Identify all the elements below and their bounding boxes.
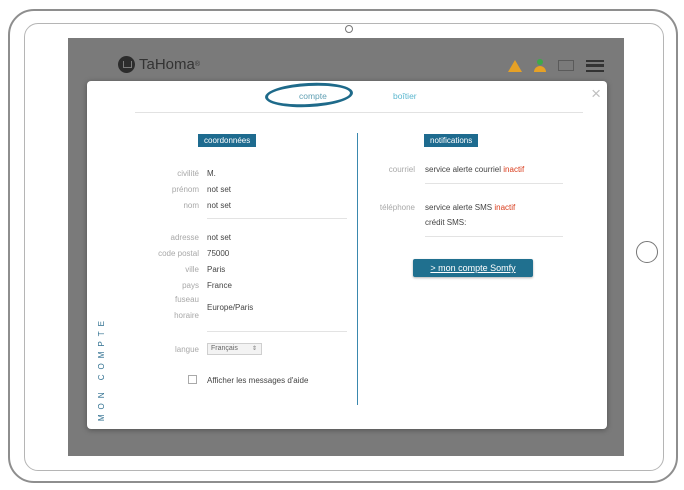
modal-tabs: compte boîtier [135,80,583,113]
tab-compte[interactable]: compte [299,91,327,101]
prenom-value[interactable]: not set [207,185,231,194]
ville-label: ville [185,265,199,274]
telephone-label: téléphone [379,203,415,212]
side-title-text: MON COMPTE [96,315,106,421]
sms-alert-text: service alerte SMS [425,203,493,212]
horaire-label: horaire [174,311,199,320]
menu-icon[interactable] [586,59,604,72]
adresse-label: adresse [170,233,199,242]
mail-icon[interactable] [558,60,574,71]
courriel-status: inactif [503,165,525,174]
pays-value[interactable]: France [207,281,232,290]
logo-text: TaHoma [139,56,195,73]
fuseau-value[interactable]: Europe/Paris [207,303,253,312]
divider-line [207,218,347,219]
top-icons [508,59,604,72]
tahoma-logo: TaHoma ® [118,56,200,73]
prenom-label: prénom [171,185,199,194]
fuseau-label: fuseau [174,295,199,304]
sms-alert[interactable]: service alerte SMS inactif [425,203,515,212]
courriel-alert[interactable]: service alerte courriel inactif [425,165,524,174]
warning-icon[interactable] [508,59,522,72]
courriel-alert-text: service alerte courriel [425,165,502,174]
divider-line [425,183,563,184]
langue-select-value: Français [211,345,238,352]
house-logo-icon [118,56,135,73]
sms-status: inactif [494,203,516,212]
ville-value[interactable]: Paris [207,265,225,274]
code-postal-value[interactable]: 75000 [207,249,229,258]
sms-credit: crédit SMS: [425,218,467,227]
adresse-value[interactable]: not set [207,233,231,242]
langue-select[interactable]: Français ⇕ [207,343,262,355]
app-screen: TaHoma ® × compte boîtier MON COMPTE coor… [68,38,624,456]
top-bar: TaHoma ® [68,38,624,84]
close-icon[interactable]: × [591,85,601,102]
home-button[interactable] [636,241,658,263]
help-messages-checkbox[interactable] [188,375,197,384]
nom-label: nom [183,201,199,210]
nom-value[interactable]: not set [207,201,231,210]
code-postal-label: code postal [158,249,199,258]
account-modal: × compte boîtier MON COMPTE coordonnées … [87,80,607,429]
coordonnees-header: coordonnées [198,134,257,147]
courriel-label: courriel [388,165,415,174]
divider-line [207,331,347,332]
side-title: MON COMPTE [91,281,111,421]
civilite-label: civilité [177,169,199,178]
civilite-value[interactable]: M. [207,169,216,178]
somfy-account-button[interactable]: > mon compte Somfy [413,259,533,277]
tab-boitier[interactable]: boîtier [393,91,417,101]
camera-icon [345,25,353,33]
user-icon[interactable] [534,59,546,72]
pays-label: pays [182,281,199,290]
langue-label: langue [174,345,199,354]
notifications-header: notifications [424,134,479,147]
help-messages-label: Afficher les messages d'aide [207,376,309,385]
select-arrows-icon: ⇕ [251,346,257,352]
divider-line [425,236,563,237]
logo-registered: ® [194,61,201,68]
